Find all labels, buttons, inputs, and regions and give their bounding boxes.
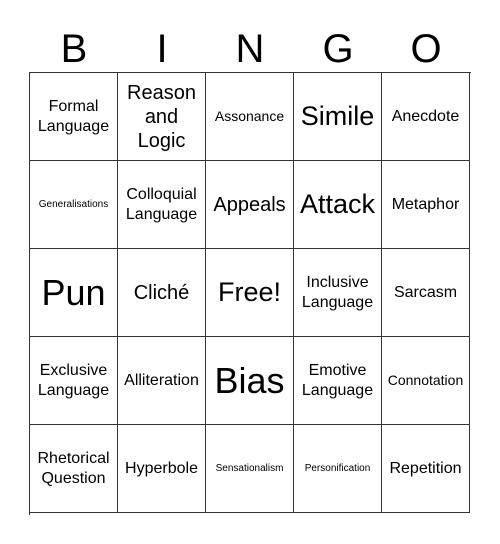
bingo-cell-label: Anecdote xyxy=(391,107,460,125)
bingo-cell[interactable]: Formal Language xyxy=(30,73,118,161)
header-letter-n: N xyxy=(235,27,265,71)
bingo-cell[interactable]: Assonance xyxy=(206,73,294,161)
bingo-cell-label: Assonance xyxy=(214,108,285,125)
bingo-header: B I N G O xyxy=(30,24,470,74)
header-letter-b: B xyxy=(60,27,88,71)
bingo-cell-label: Pun xyxy=(41,271,106,313)
bingo-cell-label: Reason and Logic xyxy=(127,81,196,152)
bingo-cell-label: Inclusive Language xyxy=(301,274,374,311)
bingo-cell-label: Free! xyxy=(217,277,282,308)
bingo-cell-label: Generalisations xyxy=(38,198,109,210)
bingo-cell-label: Exclusive Language xyxy=(37,362,110,399)
bingo-grid: Formal Language Reason and Logic Assonance… xyxy=(29,72,471,515)
bingo-cell[interactable]: Bias xyxy=(206,337,294,425)
bingo-cell[interactable]: Generalisations xyxy=(30,161,118,249)
bingo-cell-label: Simile xyxy=(300,101,375,132)
header-letter-i: I xyxy=(156,27,168,71)
bingo-cell[interactable]: Hyperbole xyxy=(118,425,206,513)
bingo-cell-label: Sarcasm xyxy=(393,283,458,301)
free-space-cell[interactable]: Free! xyxy=(206,249,294,337)
bingo-cell[interactable]: Alliteration xyxy=(118,337,206,425)
bingo-cell[interactable]: Colloquial Language xyxy=(118,161,206,249)
bingo-cell[interactable]: Reason and Logic xyxy=(118,73,206,161)
bingo-cell-label: Metaphor xyxy=(391,195,460,213)
bingo-cell[interactable]: Personification xyxy=(294,425,382,513)
bingo-cell-label: Personification xyxy=(304,462,371,474)
bingo-cell-label: Cliché xyxy=(133,281,190,304)
bingo-cell[interactable]: Sensationalism xyxy=(206,425,294,513)
header-letter-o: O xyxy=(410,27,442,71)
bingo-cell[interactable]: Anecdote xyxy=(382,73,470,161)
bingo-cell-label: Formal Language xyxy=(37,98,110,135)
bingo-cell[interactable]: Exclusive Language xyxy=(30,337,118,425)
bingo-cell-label: Bias xyxy=(214,359,285,401)
bingo-cell-label: Colloquial Language xyxy=(125,186,198,223)
bingo-cell[interactable]: Sarcasm xyxy=(382,249,470,337)
bingo-cell-label: Rhetorical Question xyxy=(37,450,110,487)
bingo-cell[interactable]: Attack xyxy=(294,161,382,249)
bingo-cell-label: Emotive Language xyxy=(301,362,374,399)
bingo-cell[interactable]: Cliché xyxy=(118,249,206,337)
bingo-cell[interactable]: Connotation xyxy=(382,337,470,425)
bingo-cell[interactable]: Rhetorical Question xyxy=(30,425,118,513)
bingo-cell[interactable]: Emotive Language xyxy=(294,337,382,425)
bingo-cell-label: Attack xyxy=(299,189,376,220)
bingo-cell[interactable]: Appeals xyxy=(206,161,294,249)
bingo-cell[interactable]: Simile xyxy=(294,73,382,161)
bingo-cell-label: Connotation xyxy=(387,372,464,389)
bingo-cell[interactable]: Repetition xyxy=(382,425,470,513)
bingo-cell-label: Alliteration xyxy=(124,371,199,389)
bingo-cell[interactable]: Pun xyxy=(30,249,118,337)
bingo-cell[interactable]: Inclusive Language xyxy=(294,249,382,337)
bingo-cell-label: Sensationalism xyxy=(215,462,284,474)
bingo-cell[interactable]: Metaphor xyxy=(382,161,470,249)
header-letter-g: G xyxy=(322,27,354,71)
bingo-cell-label: Hyperbole xyxy=(125,459,198,477)
bingo-cell-label: Repetition xyxy=(389,459,462,477)
bingo-cell-label: Appeals xyxy=(213,193,286,216)
